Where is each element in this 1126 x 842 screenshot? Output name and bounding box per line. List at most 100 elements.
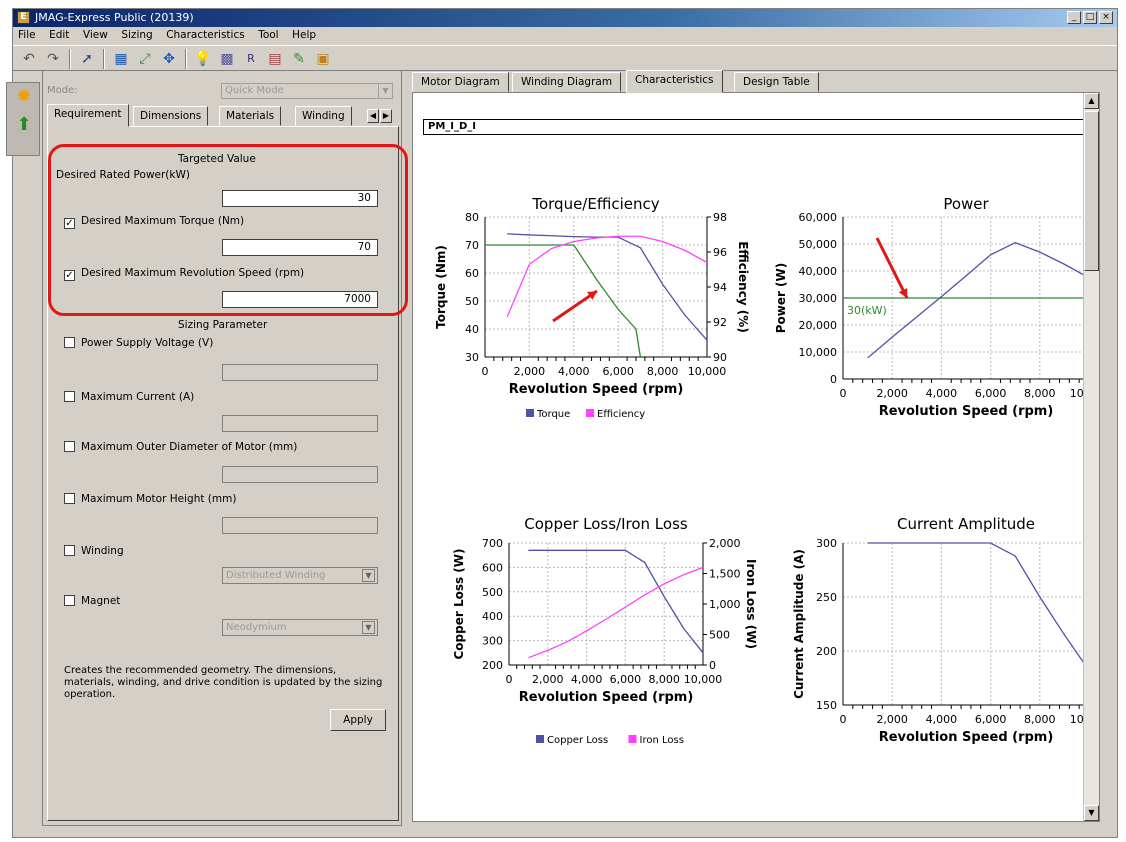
tab-winding-diagram[interactable]: Winding Diagram — [512, 72, 622, 92]
magnet-select[interactable]: Neodymium ▼ — [222, 619, 378, 636]
x-tick-label: 2,000 — [876, 713, 908, 726]
x-tick-label: 4,000 — [926, 713, 958, 726]
magnet-select-value: Neodymium — [226, 622, 287, 633]
export-icon[interactable]: ▣ — [313, 49, 333, 69]
x-tick-label: 6,000 — [975, 387, 1007, 400]
minimize-button[interactable]: _ — [1067, 11, 1081, 24]
x-axis-label: Revolution Speed (rpm) — [879, 404, 1054, 419]
menu-file[interactable]: File — [13, 27, 41, 41]
scroll-down-icon[interactable]: ▼ — [1084, 805, 1099, 821]
chevron-down-icon: ▼ — [362, 621, 375, 634]
current-row: Maximum Current (A) — [64, 391, 194, 403]
height-checkbox[interactable] — [64, 493, 75, 504]
apply-button[interactable]: Apply — [330, 709, 386, 731]
scroll-up-icon[interactable]: ▲ — [1084, 93, 1099, 109]
tab-scroll-left-icon[interactable]: ◀ — [367, 109, 379, 123]
grid-view-icon[interactable]: ▦ — [111, 49, 131, 69]
x-tick-label: 2,000 — [876, 387, 908, 400]
resize-icon[interactable]: ⤢ — [135, 49, 155, 69]
x-tick-label: 10,000 — [684, 673, 723, 686]
series-line-copper-loss — [528, 549, 704, 654]
motor-icon[interactable]: ▩ — [217, 49, 237, 69]
x-tick-label: 4,000 — [558, 365, 590, 378]
y2-tick-label: 96 — [713, 246, 727, 259]
diameter-checkbox[interactable] — [64, 441, 75, 452]
x-axis-label: Revolution Speed (rpm) — [509, 382, 684, 397]
x-tick-label: 0 — [506, 673, 513, 686]
sizing-description: Creates the recommended geometry. The di… — [64, 665, 383, 700]
move-icon[interactable]: ✥ — [159, 49, 179, 69]
menu-tool[interactable]: Tool — [253, 27, 283, 41]
y-axis-label: Power (W) — [774, 263, 788, 334]
diameter-input[interactable] — [222, 466, 378, 483]
y-tick-label: 50 — [465, 295, 479, 308]
height-input[interactable] — [222, 517, 378, 534]
target-power-label: 30(kW) — [847, 304, 887, 317]
winding-select[interactable]: Distributed Winding ▼ — [222, 567, 378, 584]
winding-checkbox[interactable] — [64, 545, 75, 556]
lightbulb-icon[interactable]: 💡 — [193, 49, 213, 69]
y-tick-label: 200 — [482, 659, 503, 672]
menu-bar: File Edit View Sizing Characteristics To… — [13, 27, 1117, 43]
select-pointer-icon[interactable]: ➚ — [77, 49, 97, 69]
y-tick-label: 40 — [465, 323, 479, 336]
voltage-input[interactable] — [222, 364, 378, 381]
x-tick-label: 4,000 — [926, 387, 958, 400]
x-tick-label: 8,000 — [648, 673, 680, 686]
tab-scroll-right-icon[interactable]: ▶ — [380, 109, 392, 123]
tab-motor-diagram[interactable]: Motor Diagram — [412, 72, 509, 92]
tab-design-table[interactable]: Design Table — [734, 72, 819, 92]
x-tick-label: 2,000 — [514, 365, 546, 378]
mode-icon-strip: ✹ ⬆ — [6, 82, 40, 156]
x-tick-label: 10,000 — [1070, 387, 1083, 400]
y-tick-label: 10,000 — [799, 346, 838, 359]
current-checkbox[interactable] — [64, 391, 75, 402]
chart-icon[interactable]: ▤ — [265, 49, 285, 69]
y-tick-label: 300 — [816, 537, 837, 550]
current-input[interactable] — [222, 415, 378, 432]
y2-tick-label: 500 — [709, 629, 730, 642]
menu-view[interactable]: View — [78, 27, 113, 41]
y-tick-label: 40,000 — [799, 265, 838, 278]
maximize-button[interactable]: □ — [1083, 11, 1097, 24]
y2-tick-label: 90 — [713, 351, 727, 364]
sun-settings-icon[interactable]: ✹ — [7, 83, 41, 111]
diameter-label: Maximum Outer Diameter of Motor (mm) — [81, 441, 298, 453]
menu-characteristics[interactable]: Characteristics — [161, 27, 250, 41]
menu-sizing[interactable]: Sizing — [116, 27, 157, 41]
legend-label: Iron Loss — [640, 735, 684, 746]
magnet-checkbox[interactable] — [64, 595, 75, 606]
y2-tick-label: 94 — [713, 281, 727, 294]
magnet-row: Magnet — [64, 595, 120, 607]
up-arrow-icon[interactable]: ⬆ — [7, 111, 41, 139]
legend-label: Copper Loss — [547, 735, 608, 746]
close-button[interactable]: × — [1099, 11, 1113, 24]
vertical-scrollbar[interactable]: ▲ ▼ — [1083, 93, 1099, 821]
menu-help[interactable]: Help — [287, 27, 321, 41]
y-tick-label: 250 — [816, 591, 837, 604]
redo-icon[interactable]: ↷ — [43, 49, 63, 69]
y2-tick-label: 1,500 — [709, 568, 741, 581]
winding-label: Winding — [81, 545, 124, 557]
tab-requirement[interactable]: Requirement — [47, 104, 129, 127]
tab-winding[interactable]: Winding — [295, 106, 352, 126]
tab-dimensions[interactable]: Dimensions — [133, 106, 209, 126]
title-bar[interactable]: E JMAG-Express Public (20139) _ □ × — [13, 9, 1117, 27]
y2-axis-label: Efficiency (%) — [736, 241, 750, 333]
sizing-tabs: Requirement Dimensions Materials Winding… — [47, 104, 403, 127]
legend-swatch — [526, 409, 534, 417]
x-tick-label: 0 — [840, 387, 847, 400]
y-tick-label: 400 — [482, 610, 503, 623]
report-icon[interactable]: R — [241, 49, 261, 69]
scroll-thumb[interactable] — [1084, 111, 1099, 271]
tab-materials[interactable]: Materials — [219, 106, 282, 126]
mode-select[interactable]: Quick Mode ▼ — [221, 83, 393, 99]
highlight-box — [48, 144, 408, 316]
menu-edit[interactable]: Edit — [44, 27, 74, 41]
undo-icon[interactable]: ↶ — [19, 49, 39, 69]
voltage-checkbox[interactable] — [64, 337, 75, 348]
tab-characteristics[interactable]: Characteristics — [626, 70, 723, 93]
x-tick-label: 10,000 — [688, 365, 727, 378]
y-tick-label: 200 — [816, 645, 837, 658]
edit-icon[interactable]: ✎ — [289, 49, 309, 69]
